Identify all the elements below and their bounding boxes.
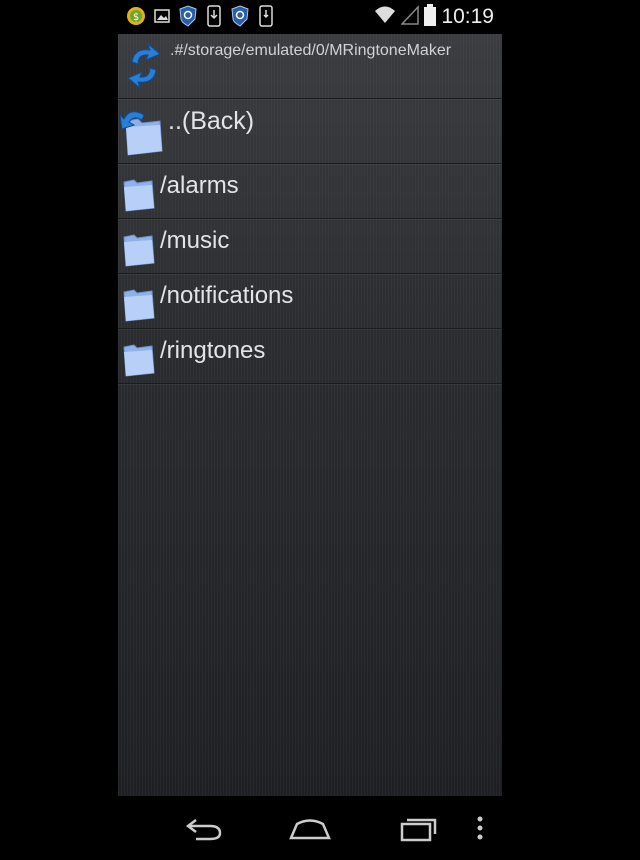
shield-icon	[178, 5, 198, 27]
home-icon[interactable]	[288, 810, 332, 846]
wifi-icon	[374, 5, 396, 29]
navigation-bar	[118, 796, 502, 860]
folder-name: /notifications	[160, 282, 294, 309]
system-status: 10:19	[374, 4, 494, 30]
folder-icon	[122, 337, 156, 377]
back-label: ..(Back)	[168, 107, 255, 135]
back-folder-icon	[119, 105, 164, 157]
refresh-path-row[interactable]: .#/storage/emulated/0/MRingtoneMaker	[118, 34, 502, 99]
svg-text:$: $	[133, 12, 139, 23]
recents-icon[interactable]	[396, 810, 440, 846]
folder-name: /ringtones	[160, 337, 266, 364]
folder-icon	[122, 172, 156, 212]
back-row[interactable]: ..(Back)	[118, 99, 502, 164]
status-bar: $ 10:19	[118, 0, 502, 34]
download-icon	[204, 5, 224, 27]
clock: 10:19	[441, 5, 494, 28]
phone-screen: $ 10:19 .#/storage/emulated/0/MRingtoneM…	[118, 0, 502, 860]
battery-icon	[424, 4, 437, 30]
folder-name: /music	[160, 227, 230, 254]
folder-row-notifications[interactable]: /notifications	[118, 274, 502, 329]
cash-icon: $	[126, 5, 146, 27]
folder-icon	[122, 227, 156, 267]
refresh-icon[interactable]	[124, 42, 164, 90]
folder-icon	[122, 282, 156, 322]
folder-row-music[interactable]: /music	[118, 219, 502, 274]
signal-icon	[400, 5, 420, 29]
file-browser: .#/storage/emulated/0/MRingtoneMaker ..(…	[118, 34, 502, 796]
folder-name: /alarms	[160, 172, 239, 199]
shield-icon	[230, 5, 250, 27]
image-icon	[152, 5, 172, 27]
overflow-menu-icon[interactable]	[472, 810, 488, 846]
current-path: .#/storage/emulated/0/MRingtoneMaker	[170, 42, 452, 59]
phone-download-icon	[256, 5, 276, 27]
folder-row-alarms[interactable]: /alarms	[118, 164, 502, 219]
notification-icons: $	[126, 5, 276, 27]
folder-row-ringtones[interactable]: /ringtones	[118, 329, 502, 384]
back-nav-icon[interactable]	[182, 810, 226, 846]
